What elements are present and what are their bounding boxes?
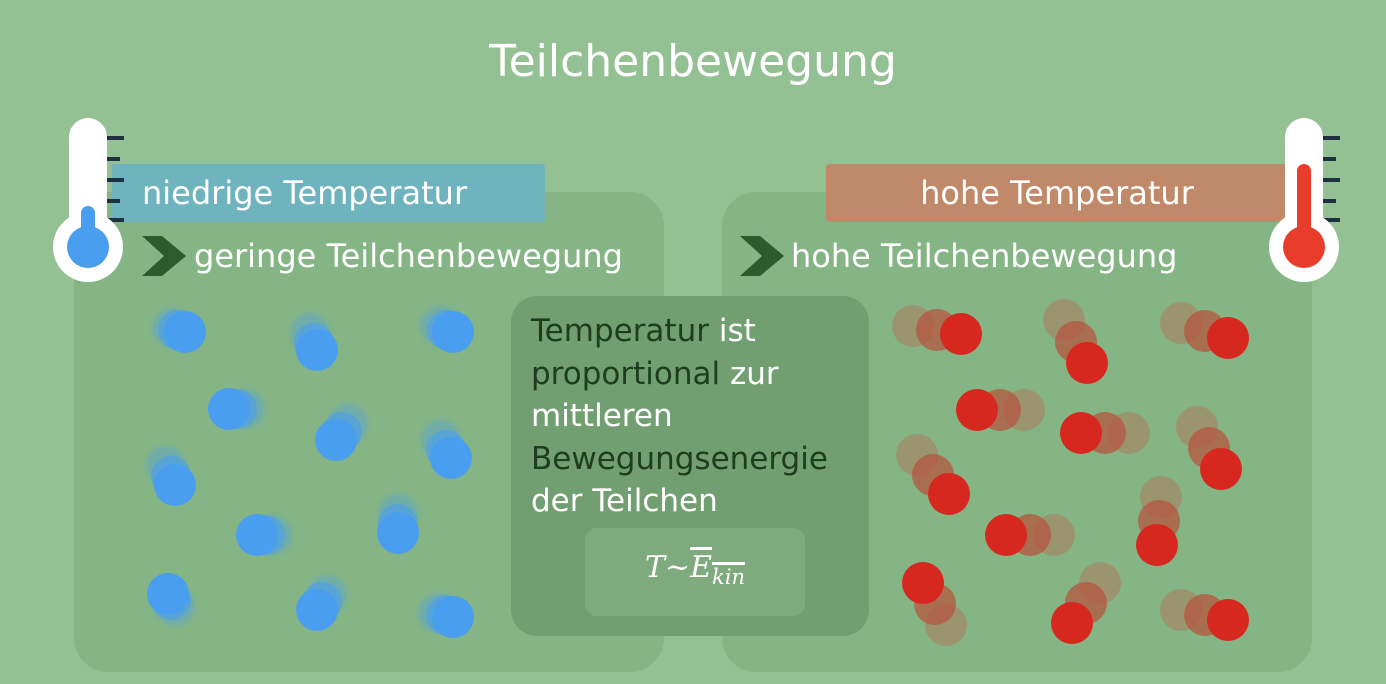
hot-particles — [892, 299, 1249, 646]
hot-particle — [896, 434, 970, 515]
hot-particle — [956, 389, 1045, 431]
hot-particle — [1136, 476, 1182, 566]
hot-particle — [1060, 412, 1150, 454]
hot-particle — [1051, 562, 1121, 644]
hot-particle — [1160, 589, 1249, 641]
hot-particle — [1043, 299, 1108, 384]
hot-particle — [902, 562, 967, 646]
hot-particle — [1176, 406, 1242, 490]
hot-particle — [985, 514, 1075, 556]
hot-particle — [1160, 302, 1249, 359]
hot-particle — [892, 305, 982, 355]
